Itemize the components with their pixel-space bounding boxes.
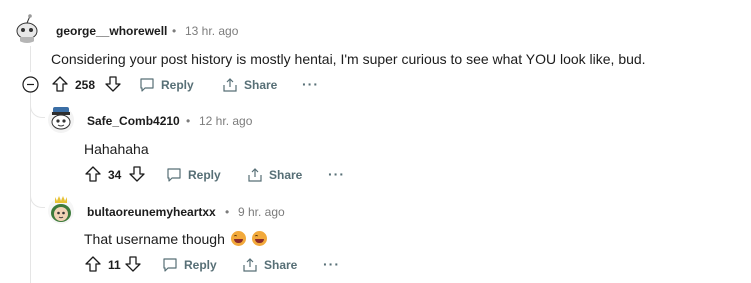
more-options-icon[interactable]: ··· [302,76,319,92]
laughing-emoji-icon [230,231,246,246]
reply-button[interactable]: Reply [166,165,221,185]
comment-text: That username though [84,231,225,247]
reply-label: Reply [184,258,217,272]
downvote-icon[interactable] [104,75,122,93]
vote-count: 258 [75,78,96,92]
reply-label: Reply [188,168,221,182]
timestamp[interactable]: 13 hr. ago [185,24,238,38]
reply-icon [166,167,182,183]
meta-separator: • [225,205,230,219]
share-icon [222,77,238,93]
share-icon [247,167,263,183]
upvote-icon[interactable] [84,165,102,183]
reply-button[interactable]: Reply [139,75,194,95]
share-button[interactable]: Share [242,255,297,275]
avatar[interactable] [46,194,76,226]
share-button[interactable]: Share [247,165,302,185]
meta-separator: • [172,24,177,38]
meta-separator: • [186,114,191,128]
collapse-icon[interactable] [22,76,39,93]
comment-body: Considering your post history is mostly … [51,51,646,67]
reply-button[interactable]: Reply [162,255,217,275]
comment-body: That username though [84,231,267,247]
laughing-emoji-icon [251,231,267,246]
comment-body: Hahahaha [84,141,149,157]
share-label: Share [244,78,278,92]
reply-icon [162,257,178,273]
vote-count: 34 [108,168,122,182]
thread-line-root-lower [30,92,31,283]
author-name[interactable]: george__whorewell [56,24,167,38]
avatar[interactable] [12,13,42,43]
timestamp[interactable]: 9 hr. ago [238,205,285,219]
reply-connector [30,103,45,118]
upvote-icon[interactable] [84,255,102,273]
reply-connector [30,193,45,208]
more-options-icon[interactable]: ··· [323,256,340,272]
thread-line-root [30,46,31,72]
downvote-icon[interactable] [124,255,142,273]
vote-count: 11 [108,258,121,272]
more-options-icon[interactable]: ··· [328,166,345,182]
upvote-icon[interactable] [51,75,69,93]
author-name[interactable]: Safe_Comb4210 [87,114,180,128]
author-name[interactable]: bultaoreunemyheartxx [87,205,216,219]
share-icon [242,257,258,273]
share-label: Share [269,168,303,182]
timestamp[interactable]: 12 hr. ago [199,114,252,128]
avatar[interactable] [46,103,76,135]
reply-icon [139,77,155,93]
share-button[interactable]: Share [222,75,277,95]
reply-label: Reply [161,78,194,92]
share-label: Share [264,258,298,272]
downvote-icon[interactable] [128,165,146,183]
